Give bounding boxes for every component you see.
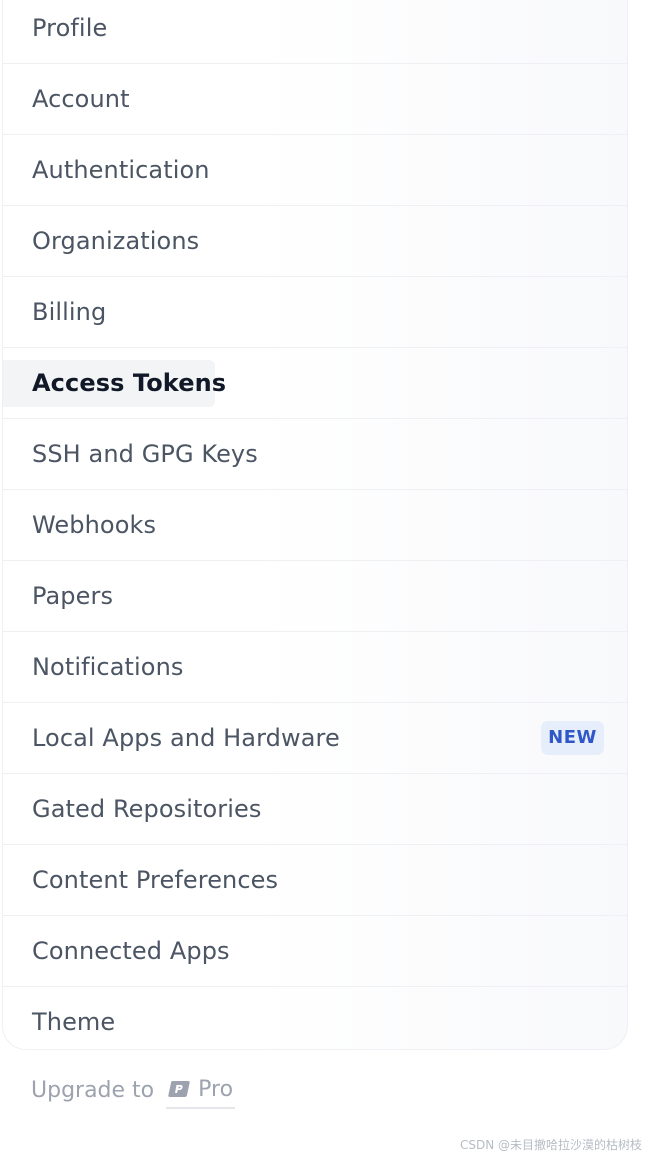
sidebar-item-label: Connected Apps	[32, 937, 230, 965]
sidebar-item-label: Theme	[32, 1008, 116, 1036]
sidebar-item-gated-repositories[interactable]: Gated Repositories	[3, 773, 627, 844]
sidebar-item-label: Billing	[32, 298, 107, 326]
settings-page: Profile Account Authentication Organizat…	[0, 0, 648, 1157]
sidebar-item-papers[interactable]: Papers	[3, 560, 627, 631]
sidebar-item-content-preferences[interactable]: Content Preferences	[3, 844, 627, 915]
new-badge: NEW	[541, 721, 604, 755]
sidebar-item-label: SSH and GPG Keys	[32, 440, 258, 468]
sidebar-item-label: Access Tokens	[32, 369, 227, 397]
sidebar-item-ssh-gpg-keys[interactable]: SSH and GPG Keys	[3, 418, 627, 489]
sidebar-item-label: Gated Repositories	[32, 795, 262, 823]
watermark: CSDN @未目撤哈拉沙漠的枯树枝	[459, 1138, 642, 1152]
pro-badge-icon	[168, 1081, 190, 1097]
sidebar-item-profile[interactable]: Profile	[3, 0, 627, 63]
sidebar-item-webhooks[interactable]: Webhooks	[3, 489, 627, 560]
upgrade-to-pro-link[interactable]: Upgrade to Pro	[31, 1071, 236, 1109]
sidebar-item-label: Content Preferences	[32, 866, 279, 894]
sidebar-item-label: Authentication	[32, 156, 210, 184]
sidebar-item-access-tokens[interactable]: Access Tokens	[3, 347, 627, 418]
settings-sidebar: Profile Account Authentication Organizat…	[2, 0, 628, 1050]
sidebar-item-authentication[interactable]: Authentication	[3, 134, 627, 205]
sidebar-item-theme[interactable]: Theme	[3, 986, 627, 1049]
pro-chip[interactable]: Pro	[166, 1071, 236, 1109]
sidebar-item-connected-apps[interactable]: Connected Apps	[3, 915, 627, 986]
sidebar-item-notifications[interactable]: Notifications	[3, 631, 627, 702]
upgrade-text: Upgrade to	[31, 1077, 155, 1103]
sidebar-item-local-apps-hardware[interactable]: Local Apps and Hardware NEW	[3, 702, 627, 773]
sidebar-item-label: Webhooks	[32, 511, 157, 539]
sidebar-item-label: Organizations	[32, 227, 200, 255]
sidebar-item-label: Papers	[32, 582, 114, 610]
pro-label: Pro	[198, 1076, 234, 1102]
sidebar-item-label: Notifications	[32, 653, 184, 681]
sidebar-item-account[interactable]: Account	[3, 63, 627, 134]
sidebar-item-label: Local Apps and Hardware	[32, 724, 340, 752]
sidebar-item-organizations[interactable]: Organizations	[3, 205, 627, 276]
sidebar-item-label: Profile	[32, 13, 108, 42]
sidebar-item-billing[interactable]: Billing	[3, 276, 627, 347]
sidebar-item-label: Account	[32, 85, 130, 113]
